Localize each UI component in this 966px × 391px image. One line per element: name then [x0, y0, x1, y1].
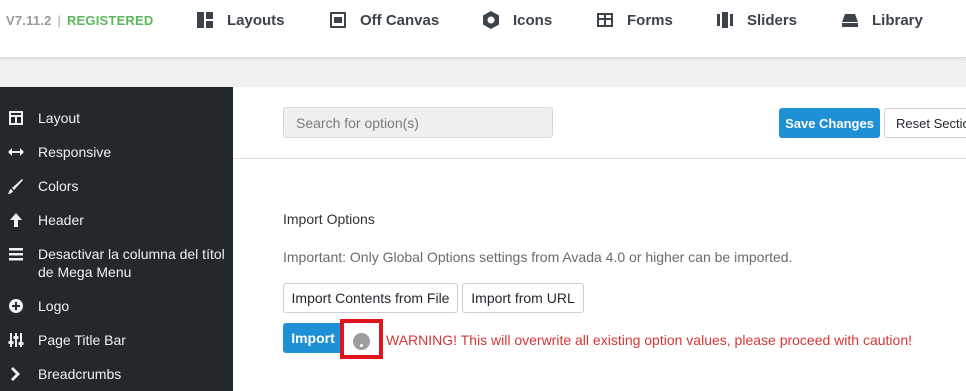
- nav-forms-label: Forms: [627, 11, 673, 29]
- chevron-right-icon: [8, 366, 24, 382]
- section-title: Import Options: [283, 211, 375, 227]
- nav-off-canvas[interactable]: Off Canvas: [329, 10, 439, 30]
- sidebar-item-label: Logo: [38, 298, 70, 314]
- options-panel: Save Changes Reset Section Import Option…: [233, 87, 966, 391]
- sidebar-item-colors[interactable]: Colors: [0, 177, 233, 195]
- plus-circle-icon: [8, 298, 24, 314]
- sidebar-item-label: Header: [38, 212, 84, 228]
- nav-layouts[interactable]: Layouts: [196, 10, 285, 30]
- layout-icon: [8, 110, 24, 126]
- menu-icon: [8, 246, 24, 262]
- sidebar-item-label: Colors: [38, 178, 79, 194]
- sidebar-item-header[interactable]: Header: [0, 211, 233, 229]
- off-canvas-icon: [330, 12, 346, 28]
- nav-layouts-label: Layouts: [227, 11, 285, 29]
- warning-message: WARNING! This will overwrite all existin…: [386, 332, 913, 348]
- save-changes-button[interactable]: Save Changes: [779, 108, 880, 138]
- nav-sliders[interactable]: Sliders: [716, 10, 797, 30]
- nav-library[interactable]: Library: [841, 10, 923, 30]
- nav-icons-label: Icons: [513, 11, 553, 29]
- sidebar-item-label: Desactivar la columna del títol de Mega …: [38, 246, 225, 280]
- sidebar-item-mega-menu[interactable]: Desactivar la columna del títol de Mega …: [0, 245, 233, 281]
- version-separator: |: [57, 13, 62, 28]
- icons-icon: [483, 11, 499, 29]
- import-note: Important: Only Global Options settings …: [283, 249, 793, 265]
- import-file-button[interactable]: Import Contents from File: [283, 283, 458, 313]
- arrow-up-icon: [8, 212, 24, 228]
- nav-forms[interactable]: Forms: [596, 10, 673, 30]
- sidebar-item-label: Layout: [38, 110, 81, 126]
- sliders-icon: [717, 12, 733, 28]
- import-button[interactable]: Import: [283, 323, 343, 353]
- layouts-icon: [197, 12, 213, 28]
- nav-library-label: Library: [872, 11, 923, 29]
- sidebar-item-responsive[interactable]: Responsive: [0, 143, 233, 161]
- highlight-box: [340, 319, 383, 359]
- loading-spinner-icon: [353, 333, 370, 350]
- sidebar-item-label: Breadcrumbs: [38, 366, 122, 382]
- brush-icon: [8, 178, 24, 194]
- registered-badge: REGISTERED: [66, 13, 154, 28]
- version-number: V7.11.2: [6, 13, 52, 28]
- header-divider: [233, 158, 966, 159]
- sidebar-item-page-title-bar[interactable]: Page Title Bar: [0, 331, 233, 349]
- forms-icon: [597, 13, 613, 27]
- sidebar: Layout Responsive Colors Header Desactiv…: [0, 87, 233, 391]
- import-url-button[interactable]: Import from URL: [462, 283, 584, 313]
- sliders-vertical-icon: [8, 332, 24, 348]
- library-icon: [842, 14, 858, 27]
- version-status: V7.11.2 | REGISTERED: [6, 13, 153, 28]
- arrows-horizontal-icon: [8, 144, 24, 160]
- nav-icons[interactable]: Icons: [482, 10, 552, 30]
- sidebar-item-label: Responsive: [38, 144, 112, 160]
- sidebar-item-logo[interactable]: Logo: [0, 297, 233, 315]
- sidebar-item-layout[interactable]: Layout: [0, 109, 233, 127]
- reset-section-button[interactable]: Reset Section: [884, 108, 966, 138]
- search-input[interactable]: [283, 107, 553, 138]
- sidebar-item-label: Page Title Bar: [38, 332, 126, 348]
- nav-sliders-label: Sliders: [747, 11, 798, 29]
- sidebar-item-breadcrumbs[interactable]: Breadcrumbs: [0, 365, 233, 383]
- top-navigation-bar: V7.11.2 | REGISTERED Layouts Off Canvas …: [0, 0, 966, 58]
- nav-off-canvas-label: Off Canvas: [360, 11, 440, 29]
